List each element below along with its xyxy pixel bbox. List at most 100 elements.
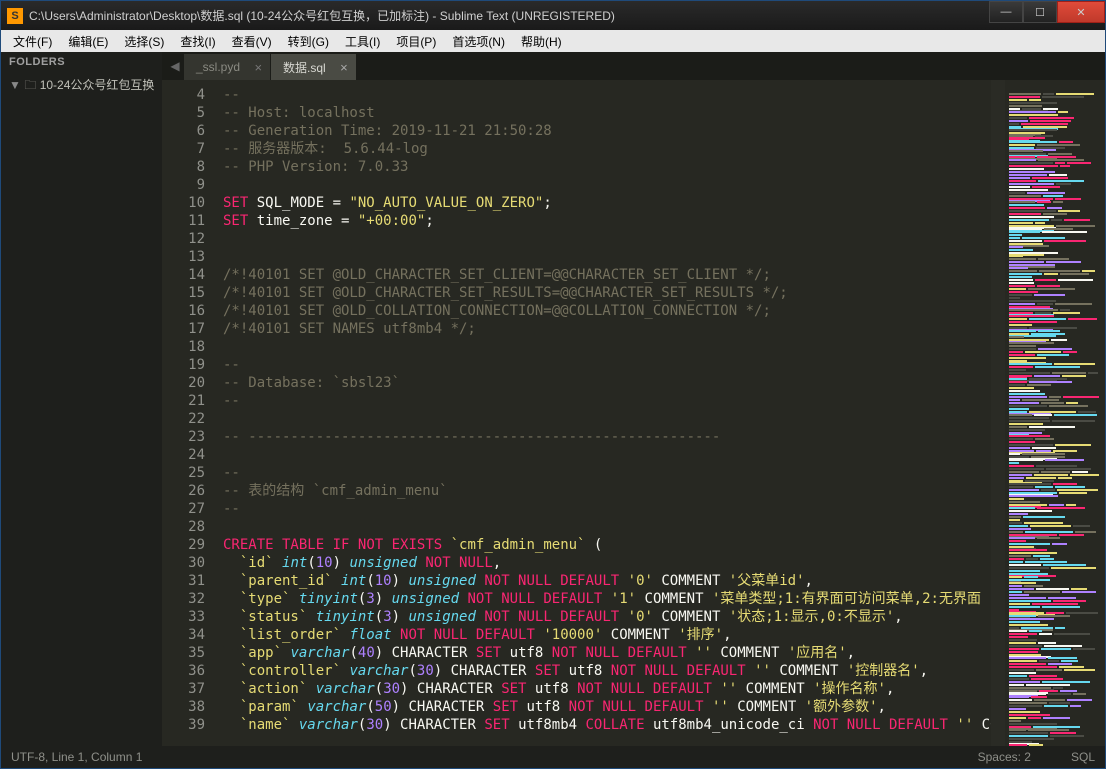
minimap-line xyxy=(1009,402,1101,404)
status-left[interactable]: UTF-8, Line 1, Column 1 xyxy=(11,750,142,764)
minimap-line xyxy=(1009,189,1101,191)
app-icon: S xyxy=(7,8,23,24)
minimap-line xyxy=(1009,144,1101,146)
minimap-line xyxy=(1009,621,1101,623)
minimap-line xyxy=(1009,345,1101,347)
minimap-line xyxy=(1009,393,1101,395)
minimap-line xyxy=(1009,456,1101,458)
minimap-line xyxy=(1009,570,1101,572)
minimap-line xyxy=(1009,138,1101,140)
minimap-line xyxy=(1009,177,1101,179)
menu-item[interactable]: 帮助(H) xyxy=(513,31,570,52)
tree-root[interactable]: ▼ 🗀 10-24公众号红包互换 xyxy=(7,74,156,99)
tab-label: _ssl.pyd xyxy=(196,60,240,74)
minimap-line xyxy=(1009,108,1101,110)
status-spaces[interactable]: Spaces: 2 xyxy=(978,750,1031,764)
minimap-line xyxy=(1009,606,1101,608)
minimap-line xyxy=(1009,429,1101,431)
code-editor[interactable]: ---- Host: localhost-- Generation Time: … xyxy=(217,80,991,746)
minimap-line xyxy=(1009,675,1101,677)
minimap-line xyxy=(1009,660,1101,662)
minimap-line xyxy=(1009,147,1101,149)
minimap-line xyxy=(1009,294,1101,296)
menu-item[interactable]: 查看(V) xyxy=(224,31,280,52)
minimap-line xyxy=(1009,261,1101,263)
minimap-line xyxy=(1009,243,1101,245)
code-line: /*!40101 SET @OLD_COLLATION_CONNECTION=@… xyxy=(223,302,991,320)
minimize-button[interactable]: — xyxy=(989,1,1023,23)
tab-close-icon[interactable]: × xyxy=(254,60,262,75)
tab[interactable]: 数据.sql× xyxy=(271,54,356,80)
minimap-line xyxy=(1009,690,1101,692)
minimap-line xyxy=(1009,342,1101,344)
minimap-line xyxy=(1009,501,1101,503)
minimap-line xyxy=(1009,315,1101,317)
menu-item[interactable]: 首选项(N) xyxy=(444,31,513,52)
minimap-line xyxy=(1009,651,1101,653)
minimap-line xyxy=(1009,423,1101,425)
minimap-line xyxy=(1009,117,1101,119)
menu-item[interactable]: 工具(I) xyxy=(337,31,388,52)
code-line: `name` varchar(30) CHARACTER SET utf8mb4… xyxy=(223,716,991,734)
tab[interactable]: _ssl.pyd × xyxy=(184,54,270,80)
code-line: `list_order` float NOT NULL DEFAULT '100… xyxy=(223,626,991,644)
minimap-line xyxy=(1009,447,1101,449)
line-number: 21 xyxy=(162,392,205,410)
tab-close-icon[interactable]: × xyxy=(340,60,348,75)
minimap-line xyxy=(1009,312,1101,314)
line-number: 5 xyxy=(162,104,205,122)
menu-item[interactable]: 查找(I) xyxy=(172,31,223,52)
sidebar-header: FOLDERS xyxy=(1,52,162,72)
menu-item[interactable]: 文件(F) xyxy=(5,31,60,52)
minimap-line xyxy=(1009,405,1101,407)
minimap-line xyxy=(1009,450,1101,452)
menu-item[interactable]: 编辑(E) xyxy=(60,31,116,52)
minimap-line xyxy=(1009,204,1101,206)
line-number: 10 xyxy=(162,194,205,212)
menu-item[interactable]: 转到(G) xyxy=(280,31,337,52)
minimap-line xyxy=(1009,387,1101,389)
line-number: 34 xyxy=(162,626,205,644)
minimap-line xyxy=(1009,90,1101,92)
line-number: 15 xyxy=(162,284,205,302)
window-title: C:\Users\Administrator\Desktop\数据.sql (1… xyxy=(29,7,989,24)
minimap-line xyxy=(1009,549,1101,551)
minimap-line xyxy=(1009,174,1101,176)
line-number: 29 xyxy=(162,536,205,554)
minimap-line xyxy=(1009,210,1101,212)
minimap-line xyxy=(1009,153,1101,155)
line-number: 22 xyxy=(162,410,205,428)
minimap-line xyxy=(1009,360,1101,362)
minimap-line xyxy=(1009,87,1101,89)
code-line xyxy=(223,518,991,536)
chevron-down-icon[interactable]: ▼ xyxy=(9,78,21,92)
minimap-line xyxy=(1009,723,1101,725)
status-syntax[interactable]: SQL xyxy=(1071,750,1095,764)
maximize-button[interactable]: ☐ xyxy=(1023,1,1057,23)
minimap-line xyxy=(1009,270,1101,272)
minimap-line xyxy=(1009,276,1101,278)
close-button[interactable]: ✕ xyxy=(1057,1,1105,23)
menu-item[interactable]: 选择(S) xyxy=(116,31,172,52)
folder-tree: ▼ 🗀 10-24公众号红包互换 xyxy=(1,72,162,101)
code-line: -- PHP Version: 7.0.33 xyxy=(223,158,991,176)
minimap-line xyxy=(1009,321,1101,323)
minimap-line xyxy=(1009,333,1101,335)
minimap-line xyxy=(1009,618,1101,620)
minimap-line xyxy=(1009,432,1101,434)
code-line xyxy=(223,230,991,248)
tab-scroll-left[interactable]: ◀ xyxy=(166,52,184,80)
code-line: `parent_id` int(10) unsigned NOT NULL DE… xyxy=(223,572,991,590)
code-line: -- Database: `sbsl23` xyxy=(223,374,991,392)
vertical-scrollbar[interactable] xyxy=(991,80,1005,746)
code-line: `action` varchar(30) CHARACTER SET utf8 … xyxy=(223,680,991,698)
line-number: 38 xyxy=(162,698,205,716)
titlebar[interactable]: S C:\Users\Administrator\Desktop\数据.sql … xyxy=(1,1,1105,30)
code-line: -- xyxy=(223,356,991,374)
minimap[interactable] xyxy=(1005,80,1105,746)
menu-item[interactable]: 项目(P) xyxy=(388,31,444,52)
minimap-line xyxy=(1009,165,1101,167)
minimap-line xyxy=(1009,168,1101,170)
code-line xyxy=(223,410,991,428)
minimap-line xyxy=(1009,264,1101,266)
